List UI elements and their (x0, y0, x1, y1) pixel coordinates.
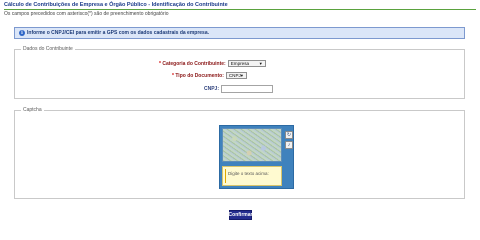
captcha-answer-placeholder: Digite o texto acima: (228, 171, 269, 176)
info-icon: i (19, 30, 25, 36)
title-divider (4, 9, 476, 10)
info-message-text: Informe o CNPJ/CEI para emitir a GPS com… (27, 30, 210, 36)
cnpj-label: CNPJ: (204, 86, 220, 92)
captcha-answer-input[interactable]: Digite o texto acima: (222, 166, 282, 186)
page-subtitle: Os campos precedidos com asterisco(*) sã… (4, 11, 169, 17)
chevron-down-icon: ▼ (258, 61, 263, 66)
captcha-legend: Captcha (23, 107, 42, 113)
captcha-image (222, 128, 282, 162)
audio-icon[interactable]: ♪ (285, 141, 293, 149)
page-title: Cálculo de Contribuições de Empresa e Ór… (4, 2, 228, 8)
categoria-label: * Categoria do Contribuinte: (159, 60, 226, 67)
categoria-select-value: Empresa (230, 61, 250, 66)
categoria-row: * Categoria do Contribuinte: Empresa ▼ (159, 60, 266, 67)
categoria-select[interactable]: Empresa ▼ (227, 60, 266, 67)
captcha-widget: ↻ ♪ Digite o texto acima: (219, 125, 294, 189)
tipo-documento-label: * Tipo do Documento: (172, 72, 224, 79)
tipo-documento-row: * Tipo do Documento: CNPJ ▼ (172, 72, 247, 79)
chevron-down-icon: ▼ (239, 73, 244, 78)
dados-contribuinte-legend: Dados do Contribuinte (23, 46, 73, 52)
info-message-box: i Informe o CNPJ/CEI para emitir a GPS c… (14, 27, 465, 39)
confirm-button[interactable]: Confirmar (229, 210, 252, 220)
cnpj-input[interactable] (221, 85, 274, 93)
refresh-icon[interactable]: ↻ (285, 131, 293, 139)
text-cursor (225, 169, 226, 183)
cnpj-row: CNPJ: (204, 85, 274, 93)
tipo-documento-select[interactable]: CNPJ ▼ (225, 72, 247, 79)
